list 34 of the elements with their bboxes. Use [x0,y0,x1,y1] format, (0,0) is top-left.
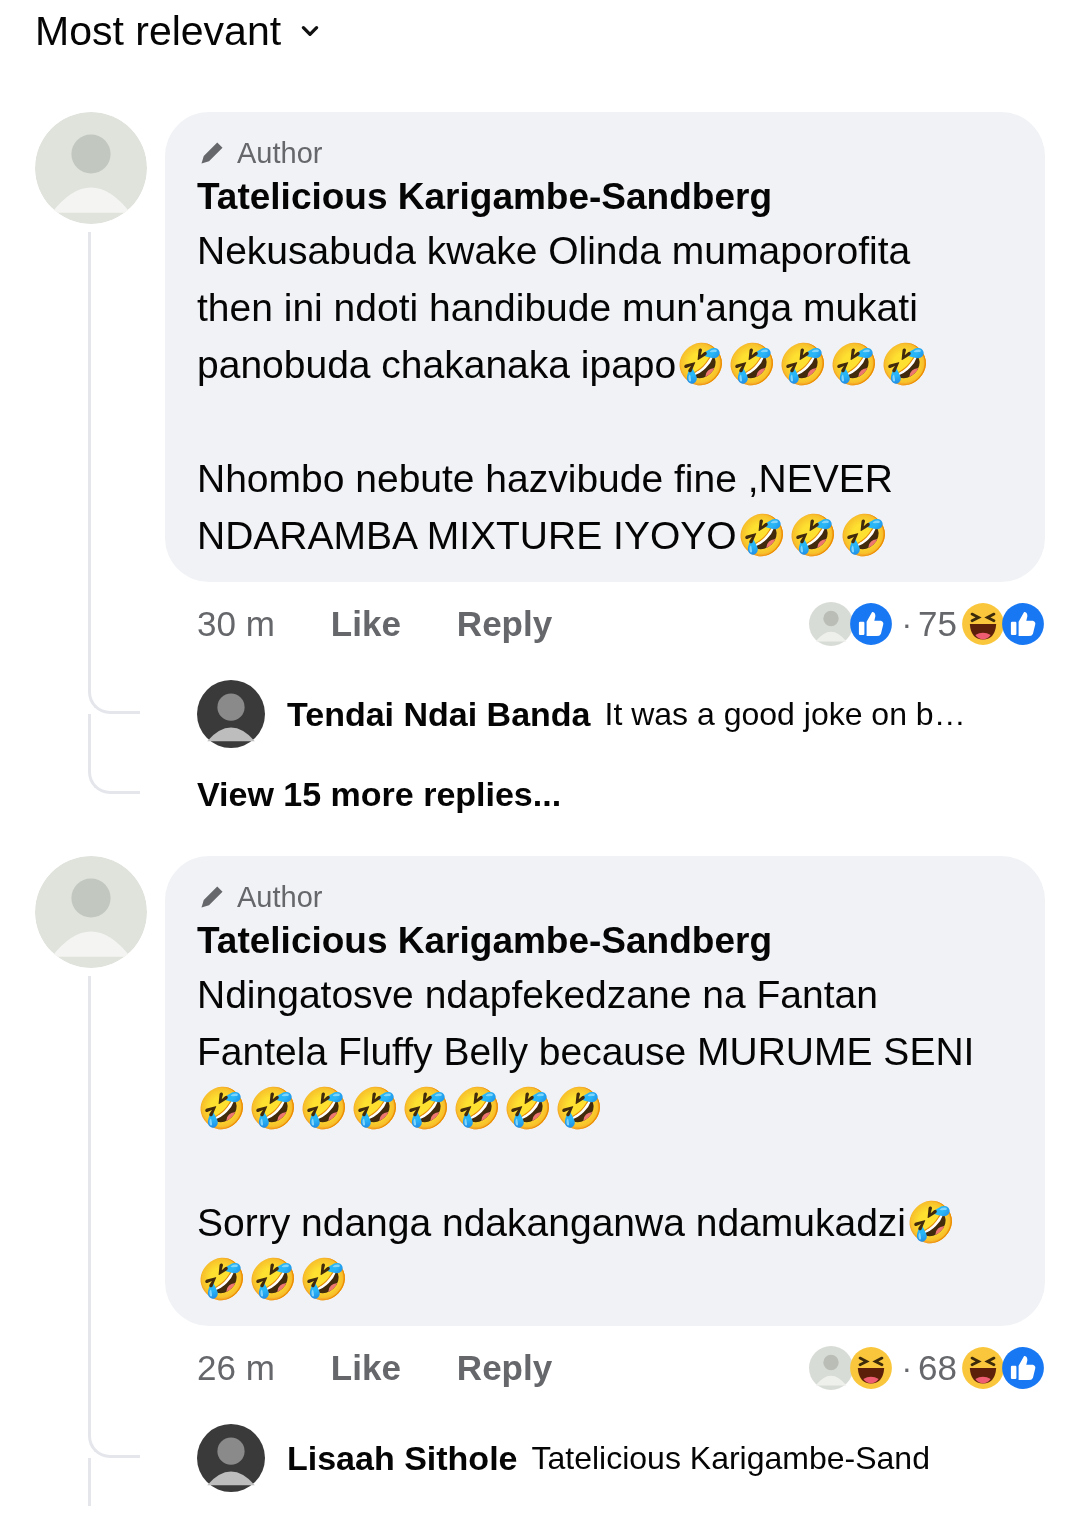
replier-avatar [197,680,265,748]
replier-name[interactable]: Lisaah Sithole [287,1438,518,1478]
sort-dropdown[interactable]: Most relevant [35,7,282,55]
comment-text: Nekusabuda kwake Olinda mumaporofita then ini ndoti handibude mun'anga mukati panobuda chakanaka ipapo🤣🤣🤣🤣🤣 [197,228,933,388]
author-label: Author [237,136,323,170]
replier-avatar [197,1424,265,1492]
replier-name[interactable]: Tendai Ndai Banda [287,694,591,734]
laughing-face-icon [961,1346,1005,1390]
thumbs-up-icon [1001,602,1045,646]
like-link[interactable]: Like [330,604,401,644]
comment-text: Ndingatosve ndapfekedzane na Fantan Fantela Fluffy Belly because MURUME SENI 🤣🤣🤣🤣🤣🤣🤣🤣 [197,972,976,1132]
reply-preview[interactable]: Tatelicious Karigambe-Sand [531,1439,930,1477]
timestamp: 30 m [197,604,275,644]
separator-dot: · [901,605,913,643]
reactor-avatar [809,602,854,646]
reply-link[interactable]: Reply [456,604,553,644]
like-link[interactable]: Like [330,1348,401,1388]
laughing-face-icon [849,1346,894,1390]
reply-preview[interactable]: It was a good joke on b… [604,695,966,733]
thumbs-up-icon [1001,1346,1045,1390]
separator-dot: · [901,1349,913,1387]
reactor-avatar [809,1346,854,1390]
comment-text: Nhombo nebute hazvibude fine ,NEVER NDARAMBA MIXTURE IYOYO🤣🤣🤣 [197,456,894,559]
comment-text: Sorry ndanga ndakanganwa ndamukadzi🤣🤣🤣🤣 [197,1199,958,1303]
commenter-name[interactable]: Tatelicious Karigambe-Sandberg [197,916,985,966]
reply-link[interactable]: Reply [456,1348,553,1388]
view-more-replies-link[interactable]: View 15 more replies... [197,774,562,814]
thumbs-up-icon [849,602,894,646]
commenter-name[interactable]: Tatelicious Karigambe-Sandberg [197,172,985,222]
timestamp: 26 m [197,1348,275,1388]
reaction-count[interactable]: 75 [918,604,957,644]
reaction-count[interactable]: 68 [918,1348,957,1388]
author-label: Author [237,880,323,914]
laughing-face-icon [961,602,1005,646]
